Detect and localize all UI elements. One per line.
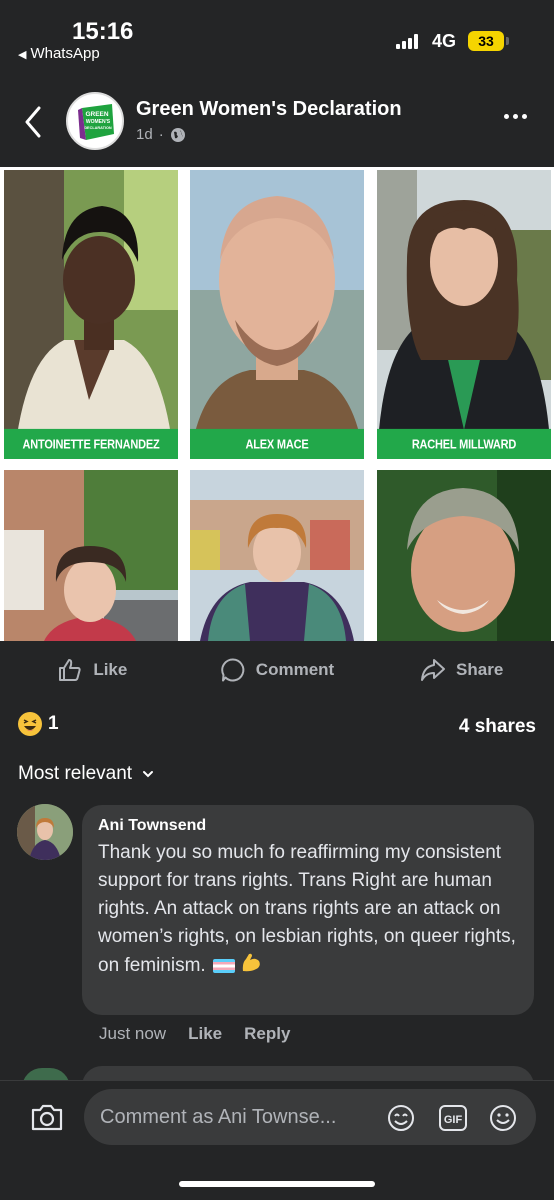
- commenter-avatar-image: [17, 804, 73, 860]
- portrait-5: [190, 470, 364, 641]
- portrait-1: [4, 170, 178, 459]
- page-avatar[interactable]: GREEN WOMEN'S DECLARATION: [66, 92, 124, 150]
- chevron-left-icon: [25, 106, 41, 138]
- candidate-name-1: ANTOINETTE FERNANDEZ: [4, 428, 178, 459]
- comment-bubble-icon: [221, 658, 245, 682]
- post-header: GREEN WOMEN'S DECLARATION Green Women's …: [0, 82, 554, 162]
- home-indicator[interactable]: [179, 1181, 375, 1187]
- back-triangle-icon: ◀: [18, 49, 27, 61]
- portrait-4: [4, 470, 178, 641]
- sort-label: Most relevant: [18, 763, 133, 784]
- post-image[interactable]: ANTOINETTE FERNANDEZ ALEX MACE RACHEL MI…: [0, 167, 554, 641]
- candidate-photo-3[interactable]: RACHEL MILLWARD: [377, 170, 551, 459]
- comment-input-wrapper: GIF: [84, 1089, 536, 1145]
- meta-separator: ·: [158, 126, 164, 143]
- share-label: Share: [456, 660, 504, 679]
- like-label: Like: [93, 660, 128, 679]
- candidate-name-2: ALEX MACE: [190, 428, 364, 459]
- page-name-link[interactable]: Green Women's Declaration: [136, 98, 402, 121]
- comment-sort-dropdown[interactable]: Most relevant: [18, 763, 154, 785]
- back-app-label: WhatsApp: [30, 45, 100, 62]
- comment-time: Just now: [99, 1024, 167, 1043]
- gwd-logo-icon: GREEN WOMEN'S DECLARATION: [78, 104, 114, 140]
- globe-icon: [170, 127, 185, 142]
- logo-line3: DECLARATION: [84, 126, 112, 130]
- camera-icon[interactable]: [30, 1101, 64, 1133]
- comment-bubble: Ani Townsend Thank you so much fo reaffi…: [82, 805, 534, 1015]
- battery-icon: 33: [468, 31, 509, 51]
- emoji-icon[interactable]: [488, 1103, 518, 1133]
- back-to-whatsapp-link[interactable]: ◀ WhatsApp: [18, 45, 100, 62]
- reaction-count: 1: [48, 713, 59, 734]
- like-button[interactable]: Like: [0, 645, 185, 695]
- share-arrow-icon: [421, 659, 446, 681]
- status-bar: 15:16 ◀ WhatsApp 4G 33: [0, 0, 554, 70]
- candidate-photo-4[interactable]: [4, 470, 178, 641]
- candidate-name-3: RACHEL MILLWARD: [377, 428, 551, 459]
- back-button[interactable]: [22, 104, 46, 140]
- avatar-sticker-icon[interactable]: [386, 1103, 416, 1133]
- comment-reply-button[interactable]: Reply: [244, 1024, 290, 1044]
- comment-like-button[interactable]: Like: [188, 1024, 222, 1044]
- svg-text:GIF: GIF: [444, 1114, 463, 1126]
- candidate-photo-2[interactable]: ALEX MACE: [190, 170, 364, 459]
- comment-label: Comment: [255, 660, 335, 679]
- comment-meta: Just now Like Reply: [99, 1024, 290, 1044]
- thumbs-up-icon: [59, 659, 81, 681]
- chevron-down-icon: [143, 771, 154, 778]
- candidate-photo-5[interactable]: [190, 470, 364, 641]
- commenter-avatar[interactable]: [17, 804, 73, 860]
- shares-count[interactable]: 4 shares: [459, 716, 536, 738]
- transgender-flag-icon: [212, 959, 235, 973]
- comment-body: Thank you so much fo reaffirming my cons…: [98, 842, 516, 977]
- post-age: 1d: [136, 126, 153, 143]
- portrait-6: [377, 470, 551, 641]
- flexed-biceps-icon: [240, 951, 262, 981]
- status-time: 15:16: [72, 18, 134, 45]
- comment-author[interactable]: Ani Townsend: [98, 817, 518, 835]
- share-button[interactable]: Share: [369, 645, 554, 695]
- more-options-icon[interactable]: [504, 114, 527, 119]
- post-meta: 1d ·: [136, 126, 186, 143]
- network-type: 4G: [432, 31, 457, 51]
- haha-reaction-icon: [18, 712, 42, 736]
- comment-text: Thank you so much fo reaffirming my cons…: [98, 839, 518, 981]
- post-actions: Like Comment Share: [0, 645, 554, 695]
- reaction-summary[interactable]: 1: [18, 712, 59, 736]
- candidate-photo-6[interactable]: [377, 470, 551, 641]
- portrait-2: [190, 170, 364, 459]
- gif-icon[interactable]: GIF: [438, 1103, 468, 1133]
- logo-line1: GREEN: [85, 111, 108, 118]
- comment-input[interactable]: [100, 1089, 380, 1145]
- candidate-photo-1[interactable]: ANTOINETTE FERNANDEZ: [4, 170, 178, 459]
- signal-icon: [396, 33, 418, 49]
- portrait-3: [377, 170, 551, 459]
- logo-line2: WOMEN'S: [86, 119, 111, 125]
- comment-button[interactable]: Comment: [185, 645, 370, 695]
